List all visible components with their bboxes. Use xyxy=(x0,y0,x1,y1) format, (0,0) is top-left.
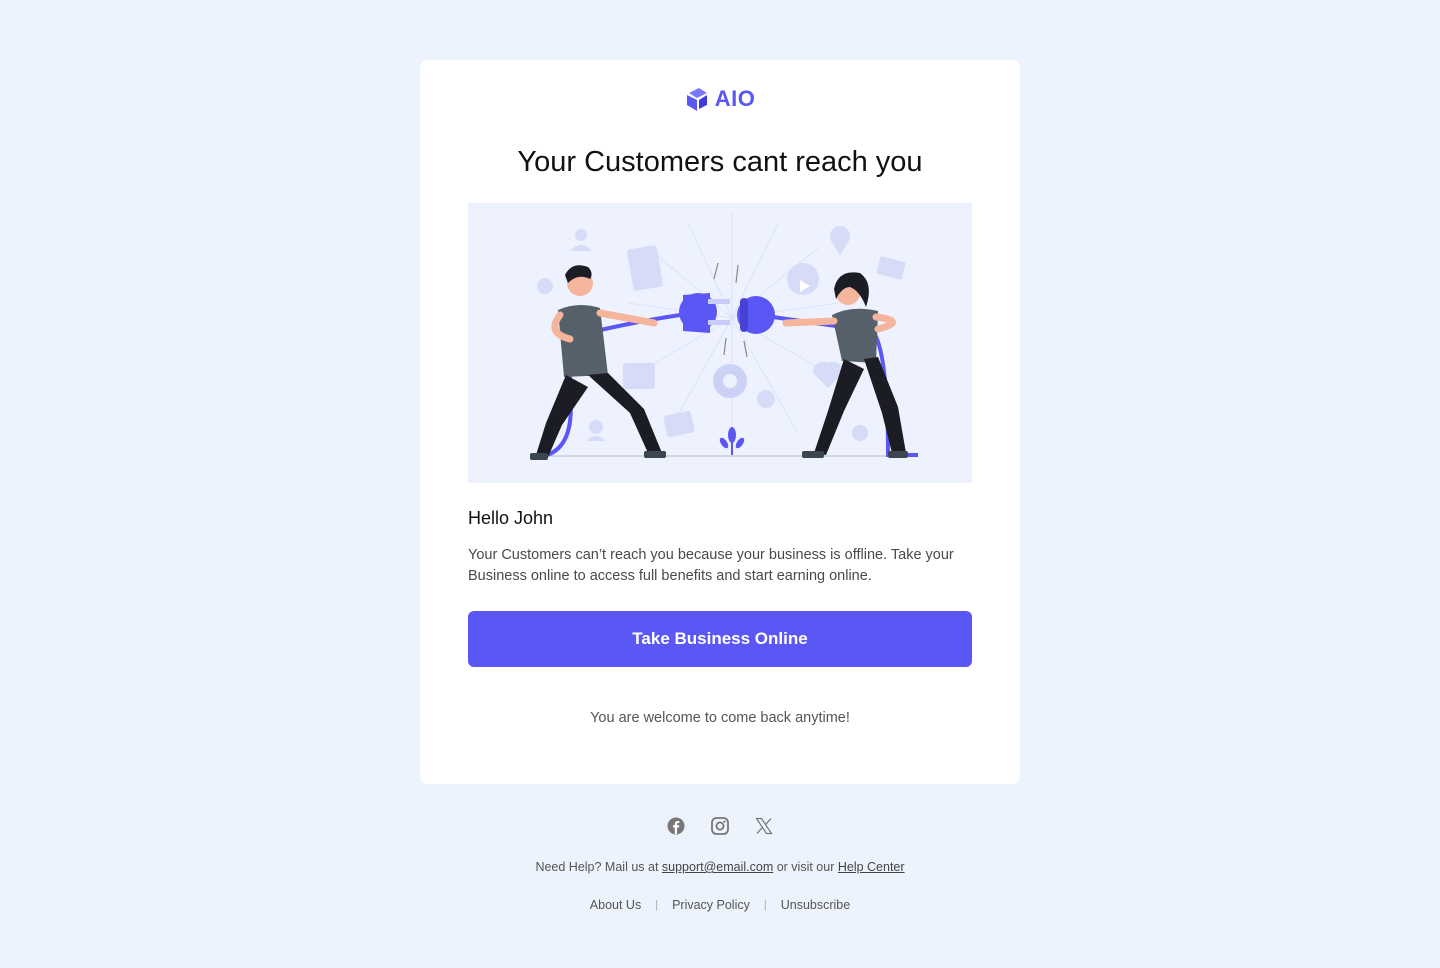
social-links xyxy=(0,814,1440,838)
hero-illustration xyxy=(468,203,972,483)
brand-name: AIO xyxy=(714,86,756,111)
about-us-link[interactable]: About Us xyxy=(590,898,641,912)
email-body-text: Your Customers can’t reach you because y… xyxy=(468,547,954,584)
email-card: AIO Your Customers cant reach you Hello … xyxy=(420,60,1020,784)
privacy-policy-link[interactable]: Privacy Policy xyxy=(672,898,750,912)
support-email-link[interactable]: support@email.com xyxy=(662,860,773,874)
take-business-online-button[interactable]: Take Business Online xyxy=(468,611,972,667)
footer-separator: | xyxy=(655,899,659,911)
footer-links: About Us | Privacy Policy | Unsubscribe xyxy=(0,898,1440,912)
x-icon[interactable] xyxy=(754,814,774,838)
brand-logo[interactable]: AIO xyxy=(420,86,1020,112)
greeting: Hello John xyxy=(468,508,554,528)
footer-separator: | xyxy=(763,899,767,911)
help-line: Need Help? Mail us at support@email.com … xyxy=(0,860,1440,874)
email-headline: Your Customers cant reach you xyxy=(517,146,923,178)
help-middle: or visit our xyxy=(773,860,838,874)
unsubscribe-link[interactable]: Unsubscribe xyxy=(781,898,850,912)
help-prefix: Need Help? Mail us at xyxy=(535,860,662,874)
instagram-icon[interactable] xyxy=(710,814,730,838)
facebook-icon[interactable] xyxy=(666,814,686,838)
help-center-link[interactable]: Help Center xyxy=(838,860,905,874)
aio-logo-icon xyxy=(686,88,707,111)
closing-text: You are welcome to come back anytime! xyxy=(590,710,850,726)
